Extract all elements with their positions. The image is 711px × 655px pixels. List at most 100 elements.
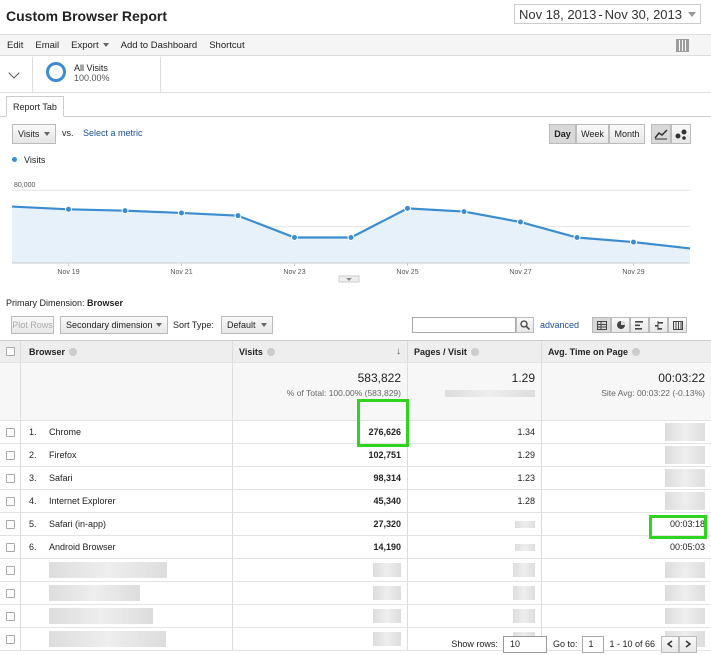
row-number: 4.	[29, 496, 37, 506]
row-checkbox[interactable]	[5, 542, 15, 552]
email-button[interactable]: Email	[35, 40, 59, 51]
row-checkbox-cell	[0, 559, 21, 581]
caret-down-icon	[44, 132, 51, 136]
help-icon[interactable]	[470, 347, 479, 356]
view-pie-button[interactable]	[611, 317, 630, 333]
x-tick-label: Nov 29	[622, 269, 644, 276]
browser-name[interactable]: Internet Explorer	[49, 496, 116, 506]
visits-chart: 80,00040,000Nov 19Nov 21Nov 23Nov 25Nov …	[11, 182, 691, 283]
totals-ppv: 1.29	[408, 363, 542, 420]
total-avg-time: 00:03:22	[658, 371, 705, 385]
table-row	[0, 559, 711, 582]
motion-chart-button[interactable]	[671, 124, 691, 144]
primary-dimension-value[interactable]: Browser	[87, 298, 123, 308]
advanced-filter-link[interactable]: advanced	[540, 320, 579, 330]
data-point[interactable]	[65, 205, 72, 213]
visits-cell: 27,320	[233, 513, 408, 535]
data-point[interactable]	[630, 238, 637, 246]
data-point[interactable]	[121, 207, 129, 215]
data-point[interactable]	[234, 212, 242, 220]
row-checkbox[interactable]	[5, 519, 15, 529]
row-number: 6.	[29, 542, 37, 552]
week-button[interactable]: Week	[576, 124, 609, 144]
day-button[interactable]: Day	[549, 124, 576, 144]
line-chart-button[interactable]	[651, 124, 671, 144]
select-all-checkbox[interactable]	[5, 347, 15, 356]
data-point[interactable]	[517, 218, 524, 226]
browser-name[interactable]: Chrome	[49, 427, 81, 437]
qr-code-icon[interactable]	[676, 39, 689, 52]
redacted-text	[49, 562, 167, 578]
column-header-pages-per-visit[interactable]: Pages / Visit	[408, 341, 542, 362]
view-table-button[interactable]	[592, 317, 611, 333]
column-header-avg-time[interactable]: Avg. Time on Page	[542, 341, 711, 362]
search-button[interactable]	[516, 317, 534, 333]
redacted-text	[373, 586, 401, 600]
segment-name[interactable]: All Visits	[74, 63, 108, 73]
tab-report[interactable]: Report Tab	[6, 96, 64, 117]
row-number: 5.	[29, 519, 37, 529]
view-pivot-button[interactable]	[668, 317, 687, 333]
column-header-browser[interactable]: Browser	[21, 341, 233, 362]
data-point[interactable]	[178, 209, 185, 217]
view-comparison-button[interactable]	[649, 317, 668, 333]
data-point[interactable]	[573, 234, 581, 242]
column-header-visits[interactable]: Visits ↓	[233, 341, 408, 362]
avg-time-cell	[542, 605, 711, 627]
date-range-picker[interactable]: Nov 18, 2013 - Nov 30, 2013	[513, 4, 701, 24]
table-header-row: Browser Visits ↓ Pages / Visit Avg. Time …	[0, 341, 711, 363]
shortcut-button[interactable]: Shortcut	[209, 40, 244, 51]
data-point[interactable]	[347, 234, 355, 242]
pages-per-visit-cell	[408, 513, 542, 535]
row-checkbox-cell	[0, 444, 21, 466]
show-rows-select[interactable]: 10	[502, 635, 547, 653]
report-title: Custom Browser Report	[6, 8, 168, 24]
data-point[interactable]	[460, 208, 468, 216]
plot-rows-button[interactable]: Plot Rows	[11, 316, 54, 334]
browser-cell: 2. Firefox	[21, 444, 233, 466]
help-icon[interactable]	[69, 347, 78, 356]
row-checkbox[interactable]	[5, 611, 15, 621]
prev-page-button[interactable]	[661, 635, 679, 653]
row-checkbox-cell	[0, 467, 21, 489]
data-point[interactable]	[404, 204, 411, 212]
row-checkbox[interactable]	[5, 496, 15, 506]
row-checkbox[interactable]	[5, 450, 15, 460]
data-point[interactable]	[291, 234, 298, 242]
edit-button[interactable]: Edit	[7, 40, 23, 51]
export-menu[interactable]: Export	[71, 39, 109, 51]
help-icon[interactable]	[632, 347, 641, 356]
month-button[interactable]: Month	[609, 124, 645, 144]
sort-type-select[interactable]: Default	[221, 316, 273, 334]
visits-value: 98,314	[373, 473, 401, 483]
chevron-down-icon[interactable]	[8, 67, 20, 79]
ppv-value: 1.29	[517, 450, 535, 460]
pivot-icon	[672, 320, 683, 330]
view-performance-button[interactable]	[630, 317, 649, 333]
secondary-dimension-select[interactable]: Secondary dimension	[60, 316, 168, 334]
add-to-dashboard-button[interactable]: Add to Dashboard	[121, 40, 198, 51]
row-checkbox[interactable]	[5, 473, 15, 483]
help-icon[interactable]	[266, 347, 275, 356]
browser-name[interactable]: Firefox	[49, 450, 77, 460]
redacted-text	[49, 585, 140, 601]
browser-name[interactable]: Safari	[49, 473, 73, 483]
browser-name[interactable]: Safari (in-app)	[49, 519, 106, 529]
browser-name[interactable]: Android Browser	[49, 542, 116, 552]
browser-cell	[21, 559, 233, 581]
visits-cell: 98,314	[233, 467, 408, 489]
segment-bar: All Visits 100.00%	[0, 57, 711, 93]
redacted-text	[373, 609, 401, 623]
select-metric-link[interactable]: Select a metric	[83, 128, 143, 138]
next-page-button[interactable]	[679, 635, 697, 653]
metric-select[interactable]: Visits	[12, 124, 56, 144]
row-checkbox[interactable]	[5, 427, 15, 437]
row-checkbox[interactable]	[5, 588, 15, 598]
goto-page-input[interactable]: 1	[582, 635, 605, 653]
avg-time-value: 00:03:18	[669, 519, 705, 529]
row-checkbox[interactable]	[5, 565, 15, 575]
table-search-input[interactable]	[412, 317, 516, 333]
x-tick-label: Nov 25	[396, 269, 418, 276]
export-label: Export	[71, 39, 99, 51]
row-number: 1.	[29, 427, 37, 437]
